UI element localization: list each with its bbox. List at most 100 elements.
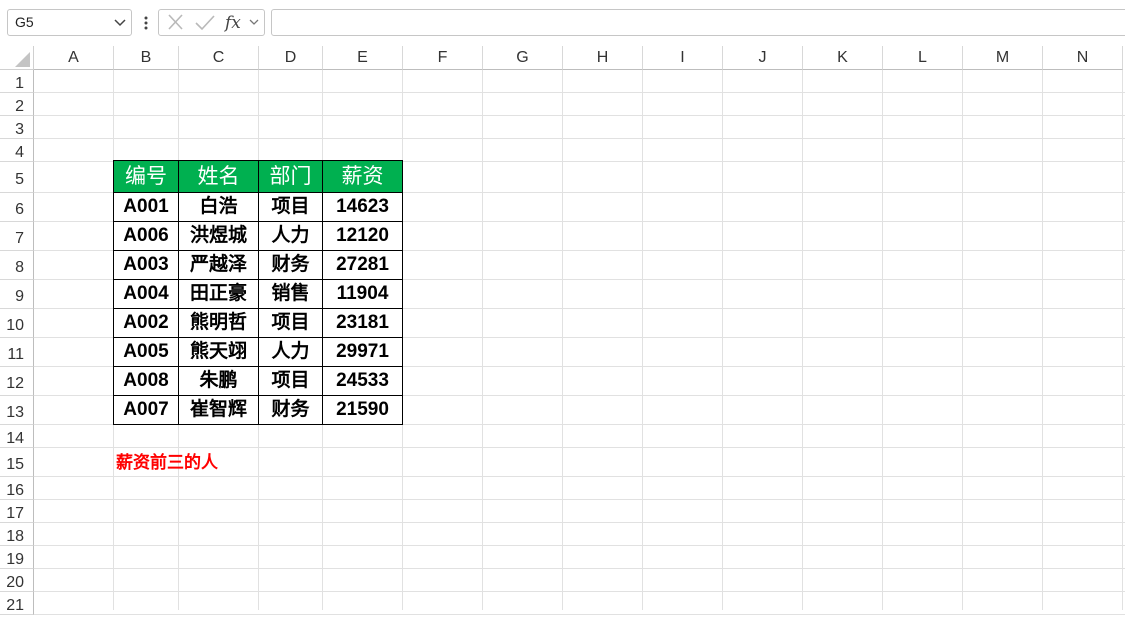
row-header-20[interactable]: 20 — [0, 569, 34, 592]
cell-id[interactable]: A004 — [113, 279, 179, 309]
gridline-horizontal — [34, 568, 1125, 569]
row-header-3[interactable]: 3 — [0, 116, 34, 139]
row-header-13[interactable]: 13 — [0, 396, 34, 425]
column-header-j[interactable]: J — [723, 46, 803, 70]
row-header-7[interactable]: 7 — [0, 222, 34, 251]
cell-dept[interactable]: 项目 — [258, 366, 323, 396]
chevron-down-icon[interactable] — [112, 10, 128, 35]
fx-label: fx — [223, 13, 241, 33]
row-header-17[interactable]: 17 — [0, 500, 34, 523]
cell-id[interactable]: A005 — [113, 337, 179, 367]
cell-salary[interactable]: 23181 — [322, 308, 403, 338]
cell-id[interactable]: A006 — [113, 221, 179, 251]
row-header-12[interactable]: 12 — [0, 367, 34, 396]
column-header-l[interactable]: L — [883, 46, 963, 70]
cell-salary[interactable]: 21590 — [322, 395, 403, 425]
cell-name[interactable]: 熊明哲 — [178, 308, 259, 338]
row-header-10[interactable]: 10 — [0, 309, 34, 338]
cell-salary[interactable]: 24533 — [322, 366, 403, 396]
gridline-horizontal — [34, 545, 1125, 546]
row-header-8[interactable]: 8 — [0, 251, 34, 280]
table-row: A005 熊天翊 人力 29971 — [113, 337, 403, 367]
red-note-text[interactable]: 薪资前三的人 — [116, 451, 218, 475]
cell-id[interactable]: A002 — [113, 308, 179, 338]
column-header-d[interactable]: D — [259, 46, 323, 70]
cell-name[interactable]: 洪煜城 — [178, 221, 259, 251]
row-header-19[interactable]: 19 — [0, 546, 34, 569]
cell-dept[interactable]: 财务 — [258, 395, 323, 425]
column-header-a[interactable]: A — [34, 46, 114, 70]
row-header-16[interactable]: 16 — [0, 477, 34, 500]
column-header-g[interactable]: G — [483, 46, 563, 70]
header-cell-dept[interactable]: 部门 — [258, 160, 323, 193]
row-header-15[interactable]: 15 — [0, 448, 34, 477]
cell-dept[interactable]: 财务 — [258, 250, 323, 280]
row-header-6[interactable]: 6 — [0, 193, 34, 222]
cell-id[interactable]: A008 — [113, 366, 179, 396]
table-header-row: 编号 姓名 部门 薪资 — [113, 160, 403, 193]
column-header-b[interactable]: B — [114, 46, 179, 70]
column-header-m[interactable]: M — [963, 46, 1043, 70]
table-row: A008 朱鹏 项目 24533 — [113, 366, 403, 396]
gridline-vertical — [482, 70, 483, 610]
column-header-n[interactable]: N — [1043, 46, 1123, 70]
table-row: A006 洪煜城 人力 12120 — [113, 221, 403, 251]
spreadsheet-grid[interactable]: ABCDEFGHIJKLMN 1 2 3 4 5 6 7 8 9 10 11 12 13 14 15 16 17… — [0, 46, 1125, 615]
cell-dept[interactable]: 项目 — [258, 192, 323, 222]
table-row: A007 崔智辉 财务 21590 — [113, 395, 403, 425]
cell-name[interactable]: 严越泽 — [178, 250, 259, 280]
row-header-11[interactable]: 11 — [0, 338, 34, 367]
cell-dept[interactable]: 项目 — [258, 308, 323, 338]
gridline-horizontal — [34, 522, 1125, 523]
cell-id[interactable]: A001 — [113, 192, 179, 222]
formula-buttons: fx — [158, 9, 265, 36]
row-header-14[interactable]: 14 — [0, 425, 34, 448]
cell-id[interactable]: A007 — [113, 395, 179, 425]
name-box[interactable]: G5 — [7, 9, 132, 36]
gridline-horizontal — [34, 614, 1125, 615]
more-options-icon[interactable] — [140, 11, 152, 35]
row-header-5[interactable]: 5 — [0, 162, 34, 193]
cell-name[interactable]: 崔智辉 — [178, 395, 259, 425]
cell-name[interactable]: 熊天翊 — [178, 337, 259, 367]
header-cell-name[interactable]: 姓名 — [178, 160, 259, 193]
cell-dept[interactable]: 人力 — [258, 221, 323, 251]
column-header-c[interactable]: C — [179, 46, 259, 70]
cell-salary[interactable]: 14623 — [322, 192, 403, 222]
check-icon[interactable] — [193, 10, 217, 35]
select-all-icon — [15, 52, 30, 67]
gridline-vertical — [642, 70, 643, 610]
cell-salary[interactable]: 27281 — [322, 250, 403, 280]
column-header-i[interactable]: I — [643, 46, 723, 70]
cell-name[interactable]: 白浩 — [178, 192, 259, 222]
table-row: A002 熊明哲 项目 23181 — [113, 308, 403, 338]
cell-id[interactable]: A003 — [113, 250, 179, 280]
cell-salary[interactable]: 12120 — [322, 221, 403, 251]
cancel-icon[interactable] — [165, 10, 187, 35]
gridline-vertical — [722, 70, 723, 610]
column-header-h[interactable]: H — [563, 46, 643, 70]
gridline-vertical — [802, 70, 803, 610]
select-all-corner[interactable] — [0, 46, 34, 70]
gridline-vertical — [962, 70, 963, 610]
cell-name[interactable]: 朱鹏 — [178, 366, 259, 396]
row-header-1[interactable]: 1 — [0, 70, 34, 93]
column-header-k[interactable]: K — [803, 46, 883, 70]
row-header-4[interactable]: 4 — [0, 139, 34, 162]
row-header-2[interactable]: 2 — [0, 93, 34, 116]
gridline-horizontal — [34, 476, 1125, 477]
column-header-e[interactable]: E — [323, 46, 403, 70]
column-header-f[interactable]: F — [403, 46, 483, 70]
insert-function-icon[interactable]: fx — [223, 10, 263, 35]
formula-input[interactable] — [271, 9, 1125, 36]
cell-dept[interactable]: 销售 — [258, 279, 323, 309]
row-header-18[interactable]: 18 — [0, 523, 34, 546]
header-cell-id[interactable]: 编号 — [113, 160, 179, 193]
row-header-9[interactable]: 9 — [0, 280, 34, 309]
cell-salary[interactable]: 11904 — [322, 279, 403, 309]
cell-dept[interactable]: 人力 — [258, 337, 323, 367]
cell-salary[interactable]: 29971 — [322, 337, 403, 367]
cell-name[interactable]: 田正豪 — [178, 279, 259, 309]
row-header-21[interactable]: 21 — [0, 592, 34, 615]
header-cell-salary[interactable]: 薪资 — [322, 160, 403, 193]
